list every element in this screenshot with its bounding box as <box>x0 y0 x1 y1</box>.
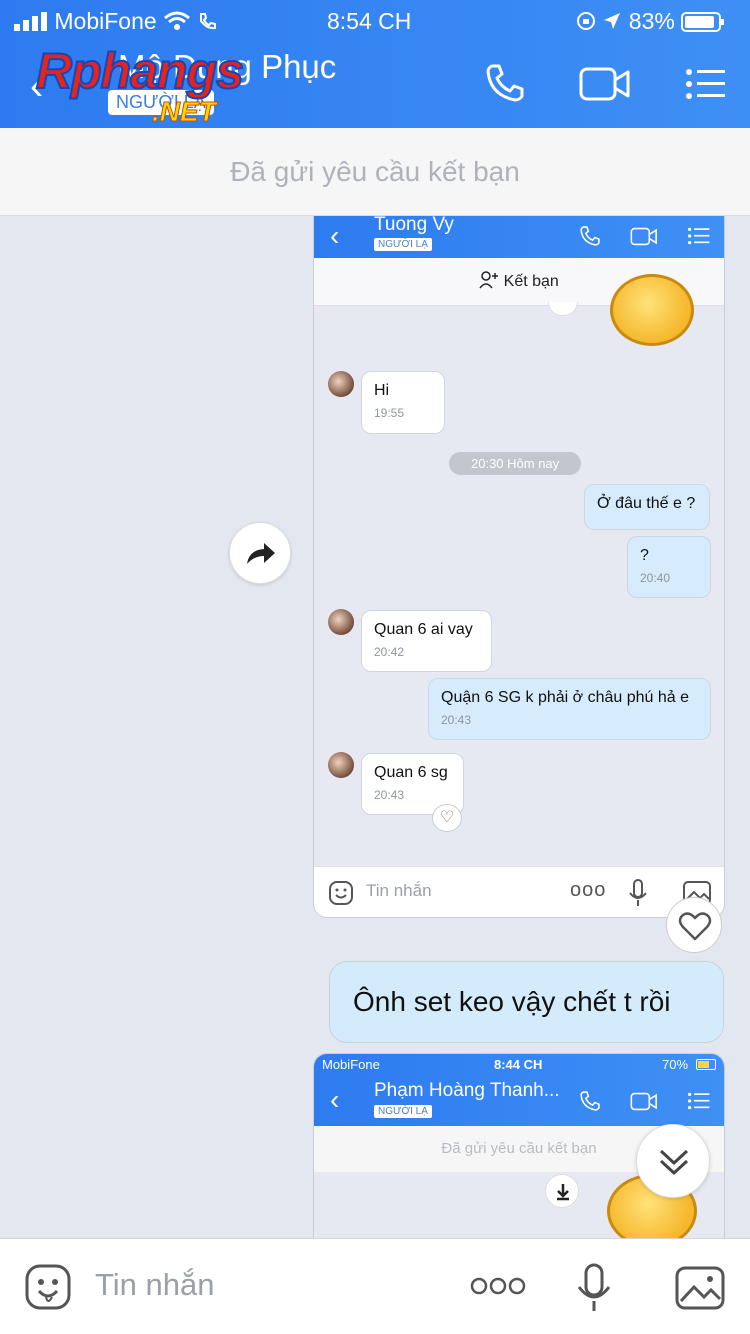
screenshot-contact-name: Tuong Vy <box>374 216 454 235</box>
sticker-icon <box>329 881 353 905</box>
message-bubble-in: Quan 6 ai vay 20:42 <box>361 610 492 672</box>
screenshot-input-bar: Tin nhắn ooo <box>314 866 724 917</box>
screenshot-input-placeholder: Tin nhắn <box>366 881 432 900</box>
shared-screenshot-image[interactable]: ‹ Tuong Vy NGƯỜI LẠ Kết bạn Hi 19:55 20:… <box>313 216 725 918</box>
download-icon <box>557 1184 569 1201</box>
menu-icon <box>688 227 710 245</box>
location-icon <box>604 13 621 29</box>
like-button[interactable] <box>666 897 722 953</box>
heart-icon <box>678 912 712 941</box>
message-bubble-out: Quận 6 SG k phải ở châu phú hả e 20:43 <box>428 678 711 740</box>
phone-icon <box>580 226 600 246</box>
back-icon: ‹ <box>330 220 340 251</box>
watermark-logo-sub: .NET <box>152 96 217 128</box>
screenshot-battery: 70% <box>662 1057 689 1072</box>
download-button <box>545 1174 579 1208</box>
friend-request-banner: Đã gửi yêu cầu kết bạn <box>0 128 750 216</box>
message-input-bar: Tin nhắn <box>0 1238 750 1334</box>
status-bar-left: MobiFone <box>14 8 217 35</box>
video-icon <box>630 1092 657 1111</box>
add-friend-icon <box>479 271 499 289</box>
forward-icon <box>247 543 275 564</box>
wifi-icon <box>164 11 191 30</box>
image-icon[interactable] <box>674 1265 726 1311</box>
mic-icon[interactable] <box>576 1263 612 1313</box>
phone-call-icon[interactable] <box>484 62 526 104</box>
battery-icon <box>681 12 725 32</box>
sticker-icon[interactable] <box>24 1263 72 1311</box>
mic-icon <box>629 879 647 906</box>
status-bar-right: 83% <box>576 8 725 35</box>
call-forward-icon <box>200 13 217 30</box>
carrier-label: MobiFone <box>54 8 157 34</box>
forward-button[interactable] <box>229 522 291 584</box>
message-bubble-out: ? 20:40 <box>627 536 711 598</box>
screenshot-header: MobiFone 8:44 CH 70% ‹ Phạm Hoàng Thanh.… <box>314 1054 724 1126</box>
chat-header: MobiFone 8:54 CH 83% ‹ Mộ Dung Phục NGƯỜ… <box>0 0 750 128</box>
screenshot-stranger-tag: NGƯỜI LẠ <box>374 238 432 251</box>
message-input[interactable]: Tin nhắn <box>95 1267 215 1303</box>
watermark-logo: Rphangs <box>35 43 245 99</box>
scroll-to-bottom-button[interactable] <box>636 1124 710 1198</box>
menu-icon <box>688 1092 710 1110</box>
message-bubble-out: Ônh set keo vậy chết t rồi <box>329 961 724 1043</box>
message-bubble-out: Ở đâu thế e ? <box>584 484 710 530</box>
date-separator: 20:30 Hôm nay <box>449 452 582 475</box>
add-friend-label: Kết bạn <box>503 273 559 290</box>
back-icon: ‹ <box>330 1084 340 1115</box>
heart-reaction-icon: ♡ <box>432 804 462 832</box>
avatar <box>328 371 354 397</box>
battery-icon <box>696 1059 716 1070</box>
avatar <box>328 752 354 778</box>
screenshot-carrier: MobiFone <box>322 1057 380 1072</box>
signal-icon <box>14 12 47 31</box>
screenshot-contact-name: Phạm Hoàng Thanh... <box>374 1080 560 1101</box>
status-time: 8:54 CH <box>327 8 412 34</box>
avatar <box>328 609 354 635</box>
reaction-chip <box>548 302 578 316</box>
phone-icon <box>580 1091 600 1111</box>
menu-icon[interactable] <box>686 68 726 100</box>
sticker-emoji <box>610 274 694 346</box>
more-icon[interactable] <box>470 1275 526 1297</box>
battery-percent: 83% <box>628 8 675 34</box>
screenshot-time: 8:44 CH <box>494 1057 543 1072</box>
video-icon <box>630 227 657 246</box>
more-icon: ooo <box>570 879 607 901</box>
message-bubble-in: Hi 19:55 <box>361 371 445 434</box>
video-call-icon[interactable] <box>579 66 631 102</box>
screenshot-header: ‹ Tuong Vy NGƯỜI LẠ <box>314 216 724 258</box>
orientation-lock-icon <box>577 12 595 30</box>
screenshot-stranger-tag: NGƯỜI LẠ <box>374 1105 432 1118</box>
chevron-double-down-icon <box>659 1149 689 1175</box>
